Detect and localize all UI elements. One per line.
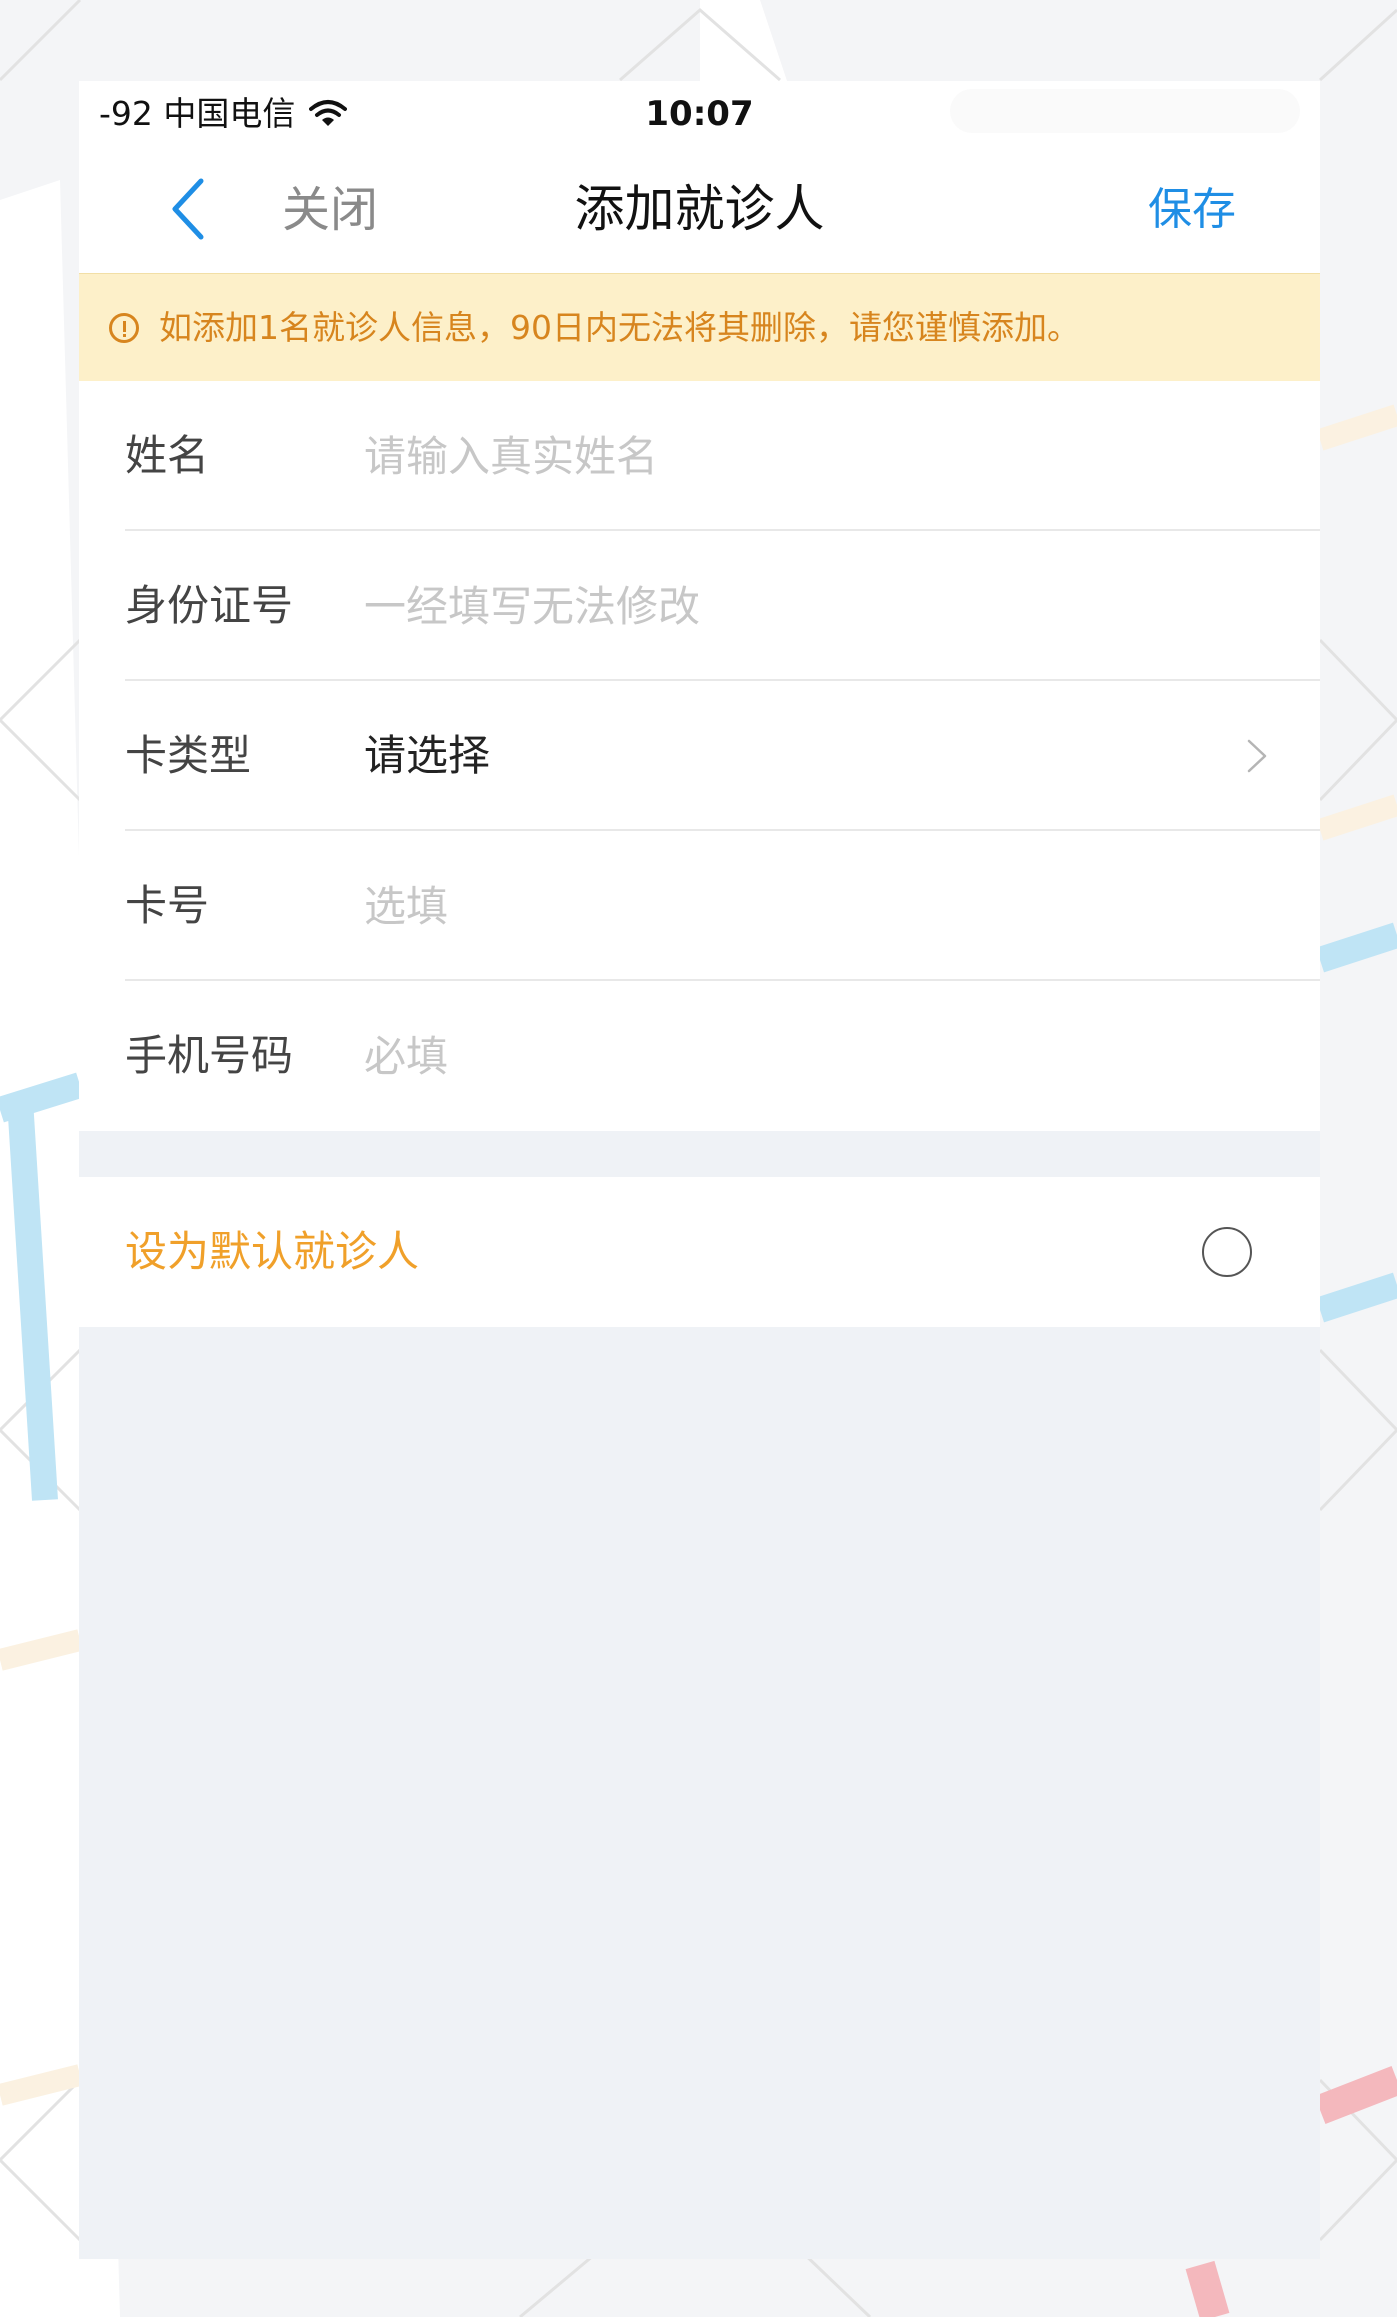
battery-area	[950, 89, 1300, 133]
card-number-label: 卡号	[125, 881, 210, 930]
notice-banner: 如添加1名就诊人信息，90日内无法将其删除，请您谨慎添加。	[79, 273, 1320, 381]
card-type-selector[interactable]: 卡类型 请选择	[79, 681, 1320, 831]
notice-text: 如添加1名就诊人信息，90日内无法将其删除，请您谨慎添加。	[159, 307, 1080, 347]
phone-label: 手机号码	[125, 1031, 294, 1080]
name-input[interactable]	[364, 426, 1214, 486]
default-patient-label: 设为默认就诊人	[125, 1227, 420, 1276]
patient-form: 姓名 身份证号 卡类型 请选择 卡号 手机号码	[79, 381, 1320, 1131]
phone-input[interactable]	[364, 1026, 1214, 1086]
status-bar: -92 中国电信 10:07	[79, 81, 1320, 147]
phone-screen: -92 中国电信 10:07 关闭 添加就诊人 保存 如添加1名就诊人信息，90…	[79, 81, 1320, 2259]
form-row-card-number: 卡号	[79, 831, 1320, 981]
navigation-bar: 关闭 添加就诊人 保存	[79, 147, 1320, 273]
default-patient-row: 设为默认就诊人	[79, 1177, 1320, 1327]
warning-icon	[109, 312, 139, 343]
page-title: 添加就诊人	[574, 180, 825, 238]
default-patient-radio[interactable]	[1202, 1227, 1252, 1277]
chevron-right-icon	[1247, 739, 1267, 773]
id-number-label: 身份证号	[125, 581, 294, 630]
form-row-phone: 手机号码	[79, 981, 1320, 1131]
form-row-name: 姓名	[79, 381, 1320, 531]
form-row-id-number: 身份证号	[79, 531, 1320, 681]
card-type-label: 卡类型	[125, 731, 252, 780]
name-label: 姓名	[125, 431, 210, 480]
id-number-input[interactable]	[364, 576, 1214, 636]
save-button[interactable]: 保存	[1148, 179, 1236, 241]
card-type-value: 请选择	[364, 731, 491, 780]
card-number-input[interactable]	[364, 876, 1214, 936]
